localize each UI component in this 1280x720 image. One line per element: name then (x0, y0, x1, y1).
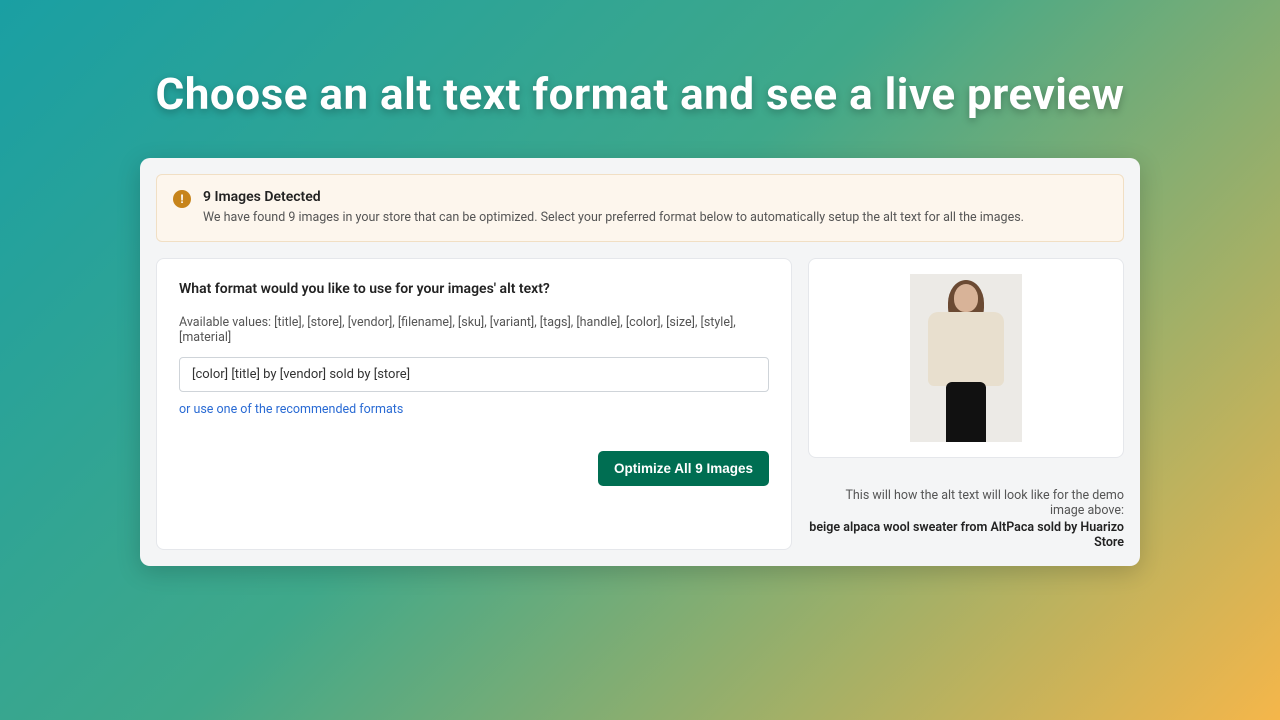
banner-body: We have found 9 images in your store tha… (203, 209, 1024, 227)
info-banner: ! 9 Images Detected We have found 9 imag… (156, 174, 1124, 242)
optimize-button[interactable]: Optimize All 9 Images (598, 451, 769, 486)
banner-title: 9 Images Detected (203, 189, 1024, 205)
page-title: Choose an alt text format and see a live… (156, 68, 1125, 120)
preview-caption: This will how the alt text will look lik… (808, 488, 1124, 550)
main-card: ! 9 Images Detected We have found 9 imag… (140, 158, 1140, 566)
recommended-formats-link[interactable]: or use one of the recommended formats (179, 402, 769, 417)
format-input[interactable] (179, 357, 769, 392)
warning-icon: ! (173, 190, 191, 208)
format-question: What format would you like to use for yo… (179, 281, 769, 297)
demo-image (910, 274, 1022, 442)
banner-text: 9 Images Detected We have found 9 images… (203, 189, 1024, 227)
caption-lead: This will how the alt text will look lik… (845, 488, 1124, 518)
available-values: Available values: [title], [store], [ven… (179, 315, 769, 345)
preview-column: This will how the alt text will look lik… (808, 258, 1124, 550)
caption-sample: beige alpaca wool sweater from AltPaca s… (808, 520, 1124, 550)
format-panel: What format would you like to use for yo… (156, 258, 792, 550)
preview-box (808, 258, 1124, 458)
